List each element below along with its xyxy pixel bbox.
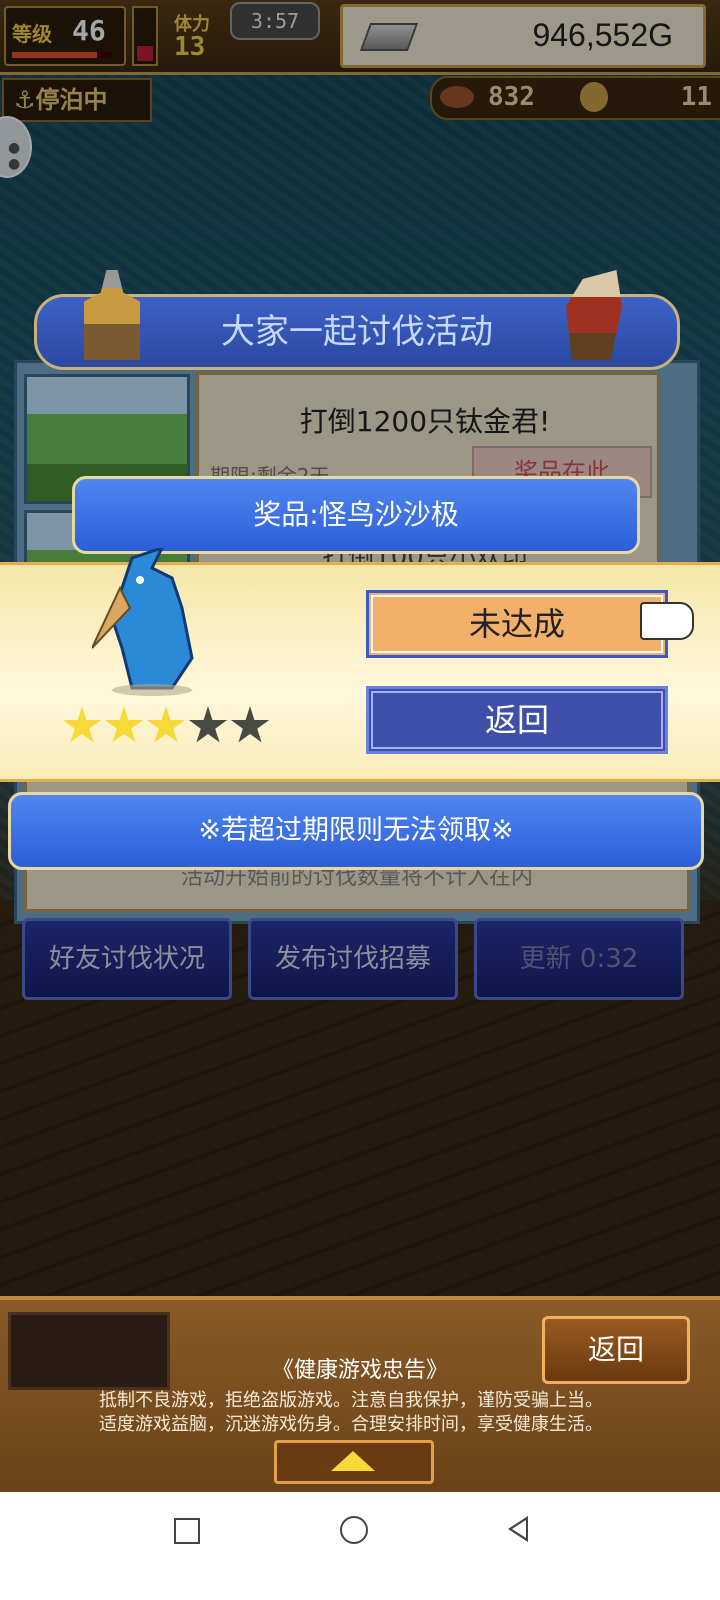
pointing-hand-icon [640, 602, 694, 640]
health-advice-title: 《健康游戏忠告》 [271, 1358, 448, 1383]
health-advice-line: 适度游戏益脑，沉迷游戏伤身。合理安排时间，享受健康生活。 [99, 1414, 603, 1435]
home-icon[interactable] [340, 1516, 368, 1544]
prize-title-banner: 奖品:怪鸟沙沙极 [72, 476, 640, 554]
expand-menu-button[interactable] [274, 1440, 434, 1484]
recent-apps-icon[interactable] [174, 1518, 200, 1544]
expiry-notice-banner: ※若超过期限则无法领取※ [8, 792, 704, 870]
popup-back-button[interactable]: 返回 [366, 686, 668, 754]
system-nav-bar [0, 1492, 720, 1600]
up-arrow-icon [331, 1451, 375, 1471]
back-icon[interactable] [508, 1516, 528, 1542]
claim-status-button[interactable]: 未达成 [366, 590, 668, 658]
monster-bird-sprite [92, 548, 194, 696]
health-advice-line: 抵制不良游戏，拒绝盗版游戏。注意自我保护，谨防受骗上当。 [99, 1390, 603, 1411]
